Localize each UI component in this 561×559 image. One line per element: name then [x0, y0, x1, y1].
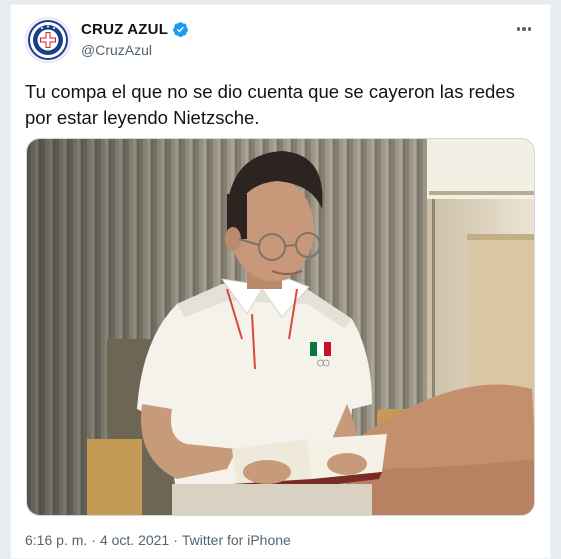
tweet-text: Tu compa el que no se dio cuenta que se … — [25, 81, 515, 128]
author-name-row[interactable]: CRUZ AZUL — [81, 21, 189, 38]
meta-separator: · — [173, 532, 178, 548]
verified-badge-icon — [173, 22, 188, 37]
tweet-date[interactable]: 4 oct. 2021 — [100, 532, 169, 548]
tweet-time[interactable]: 6:16 p. m. — [25, 532, 87, 548]
photo-man-reading-book — [27, 139, 534, 515]
avatar[interactable] — [25, 17, 71, 63]
tweet-source[interactable]: Twitter for iPhone — [182, 532, 291, 548]
handle[interactable]: @CruzAzul — [81, 42, 152, 58]
more-options-icon[interactable] — [512, 19, 536, 39]
tweet-photo[interactable] — [26, 138, 535, 516]
tweet-meta: 6:16 p. m. · 4 oct. 2021 · Twitter for i… — [25, 532, 291, 548]
meta-separator: · — [91, 532, 96, 548]
tweet-card: CRUZ AZUL @CruzAzul Tu compa el que no s… — [10, 4, 551, 559]
display-name[interactable]: CRUZ AZUL — [81, 21, 168, 38]
cruz-azul-logo — [28, 20, 68, 60]
